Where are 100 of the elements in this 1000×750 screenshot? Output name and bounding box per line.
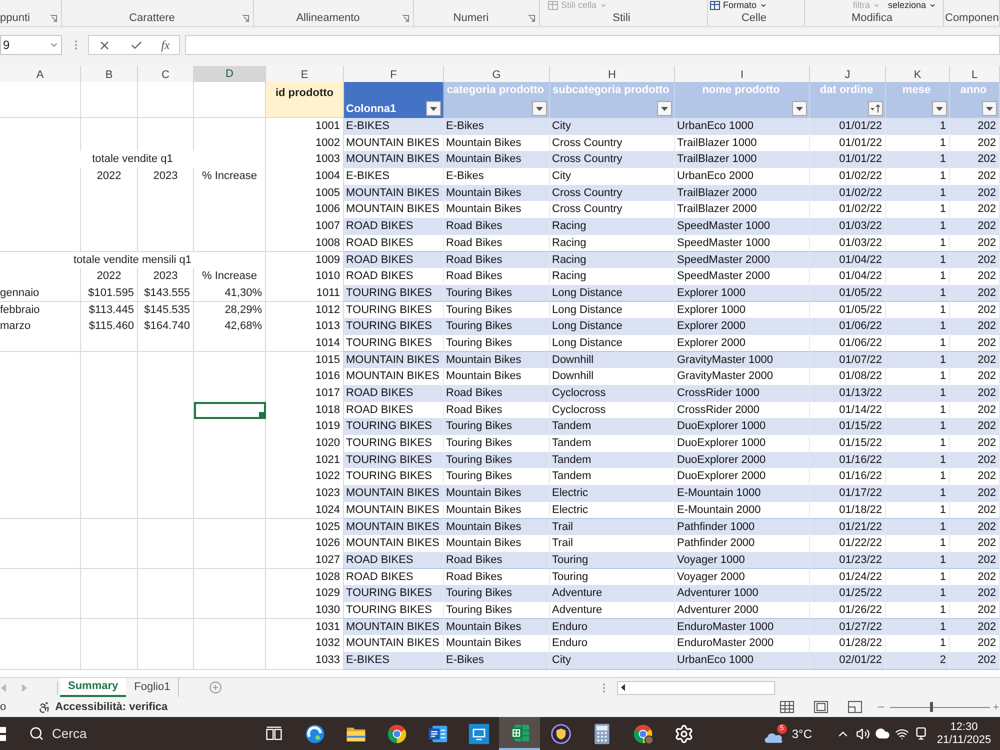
speaker-icon[interactable] bbox=[856, 726, 870, 740]
table-cell: ROAD BIKES bbox=[344, 385, 444, 402]
cancel-icon[interactable] bbox=[98, 38, 112, 52]
filter-button[interactable] bbox=[868, 101, 883, 116]
table-cell: Enduro bbox=[550, 635, 675, 653]
temperature-text[interactable]: 3°C bbox=[792, 724, 812, 742]
ribbon-button[interactable]: Formato bbox=[710, 0, 767, 11]
table-cell: 1029 bbox=[266, 585, 344, 603]
table-cell: 1008 bbox=[266, 234, 344, 252]
clock-date[interactable]: 21/11/2025 bbox=[936, 734, 992, 746]
search-icon bbox=[29, 726, 44, 741]
device-icon[interactable] bbox=[915, 727, 928, 740]
table-cell: 1014 bbox=[266, 334, 344, 352]
table-cell: Mountain Bikes bbox=[444, 151, 550, 169]
name-box[interactable]: 9 bbox=[0, 35, 62, 55]
table-cell: 202 bbox=[950, 485, 1000, 503]
accessibility-icon[interactable] bbox=[38, 700, 52, 714]
dialog-launcher-icon[interactable] bbox=[528, 15, 535, 22]
table-cell: Adventurer 2000 bbox=[675, 602, 810, 620]
dialog-launcher-icon[interactable] bbox=[242, 15, 249, 22]
table-cell: 1 bbox=[886, 418, 950, 436]
search-field[interactable]: Cerca bbox=[48, 722, 238, 746]
table-cell: SpeedMaster 2000 bbox=[675, 268, 810, 286]
table-cell: Racing bbox=[550, 268, 675, 286]
filter-button[interactable] bbox=[982, 101, 997, 116]
browser-icon[interactable] bbox=[386, 722, 408, 744]
table-cell: GravityMaster 2000 bbox=[675, 368, 810, 386]
table-cell: 202 bbox=[950, 468, 1000, 486]
table-cell: Long Distance bbox=[550, 318, 675, 336]
filter-button[interactable] bbox=[532, 101, 547, 116]
table-cell: Adventurer 1000 bbox=[675, 585, 810, 603]
horizontal-scrollbar[interactable] bbox=[617, 680, 775, 694]
merged-cell: totale vendite q1 bbox=[0, 151, 266, 169]
table-cell: Tandem bbox=[550, 468, 675, 486]
selected-cell[interactable] bbox=[194, 402, 266, 420]
table-cell: 01/08/22 bbox=[810, 368, 886, 386]
browser-icon[interactable] bbox=[304, 722, 326, 744]
wifi-icon[interactable] bbox=[895, 726, 909, 740]
ribbon-group-label: Carattere bbox=[129, 12, 175, 25]
zoom-slider-thumb[interactable] bbox=[930, 702, 933, 712]
caret-icon bbox=[929, 2, 936, 9]
ribbon-button[interactable]: seleziona bbox=[888, 0, 936, 11]
normal-view-icon[interactable] bbox=[780, 701, 794, 713]
sheet-cell: 2022 bbox=[81, 268, 138, 286]
table-cell: Road Bikes bbox=[444, 218, 550, 236]
table-cell: Explorer 2000 bbox=[675, 334, 810, 352]
table-cell: Road Bikes bbox=[444, 268, 550, 286]
table-cell: Voyager 1000 bbox=[675, 552, 810, 570]
page-break-view-icon[interactable] bbox=[848, 701, 862, 713]
table-cell: TrailBlazer 2000 bbox=[675, 201, 810, 219]
table-cell: Touring Bikes bbox=[444, 334, 550, 352]
table-cell: Mountain Bikes bbox=[444, 368, 550, 386]
settings-icon[interactable] bbox=[674, 724, 694, 744]
scroll-left-arrow-icon[interactable] bbox=[621, 684, 625, 691]
start-icon[interactable] bbox=[0, 726, 8, 740]
shield-icon[interactable] bbox=[550, 722, 572, 744]
cloud-icon[interactable] bbox=[875, 726, 890, 741]
dialog-launcher-icon[interactable] bbox=[402, 15, 409, 22]
table-cell: 1023 bbox=[266, 485, 344, 503]
ribbon-group-label: Modifica bbox=[852, 12, 892, 25]
taskbar-app-button[interactable] bbox=[499, 717, 540, 750]
insert-function-button[interactable]: fx bbox=[161, 36, 170, 54]
table-cell: E-Mountain 2000 bbox=[675, 502, 810, 520]
dialog-launcher-icon[interactable] bbox=[50, 15, 57, 22]
zoom-slider[interactable] bbox=[890, 702, 990, 712]
table-cell: 202 bbox=[950, 385, 1000, 402]
accessibility-status[interactable]: Accessibilità: verifica bbox=[55, 698, 168, 716]
filter-button[interactable] bbox=[932, 101, 947, 116]
confirm-icon[interactable] bbox=[130, 38, 143, 52]
table-cell: 1 bbox=[886, 218, 950, 236]
table-cell: 202 bbox=[950, 318, 1000, 336]
table-cell: MOUNTAIN BIKES bbox=[344, 368, 444, 386]
table-cell: 1 bbox=[886, 635, 950, 653]
table-cell: MOUNTAIN BIKES bbox=[344, 485, 444, 503]
table-cell: Adventure bbox=[550, 602, 675, 620]
table-cell: 1 bbox=[886, 118, 950, 136]
task-view-icon[interactable] bbox=[264, 724, 282, 742]
table-cell: Mountain Bikes bbox=[444, 201, 550, 219]
app-tile-icon[interactable] bbox=[468, 722, 490, 744]
sheet-cell: 2023 bbox=[138, 268, 194, 286]
table-cell: 1033 bbox=[266, 652, 344, 670]
browser-icon[interactable] bbox=[632, 722, 654, 744]
zoom-in-icon[interactable] bbox=[992, 703, 1000, 711]
formula-field[interactable] bbox=[185, 35, 1000, 55]
table-cell: Mountain Bikes bbox=[444, 535, 550, 553]
table-cell: 1 bbox=[886, 334, 950, 352]
page-layout-icon[interactable] bbox=[814, 701, 828, 713]
table-cell: 1020 bbox=[266, 435, 344, 453]
table-cell: 01/16/22 bbox=[810, 468, 886, 486]
table-cell: 1022 bbox=[266, 468, 344, 486]
fill-handle-icon[interactable] bbox=[259, 412, 264, 418]
filter-button[interactable] bbox=[426, 101, 441, 116]
table-cell: UrbanEco 1000 bbox=[675, 118, 810, 136]
table-cell: TOURING BIKES bbox=[344, 318, 444, 336]
table-cell: TOURING BIKES bbox=[344, 602, 444, 620]
clock-time[interactable]: 12:30 bbox=[950, 720, 978, 734]
table-header[interactable]: Colonna1 bbox=[344, 82, 444, 118]
filter-button[interactable] bbox=[792, 101, 807, 116]
sheet-tab[interactable]: Summary bbox=[60, 678, 126, 697]
filter-button[interactable] bbox=[657, 101, 672, 116]
